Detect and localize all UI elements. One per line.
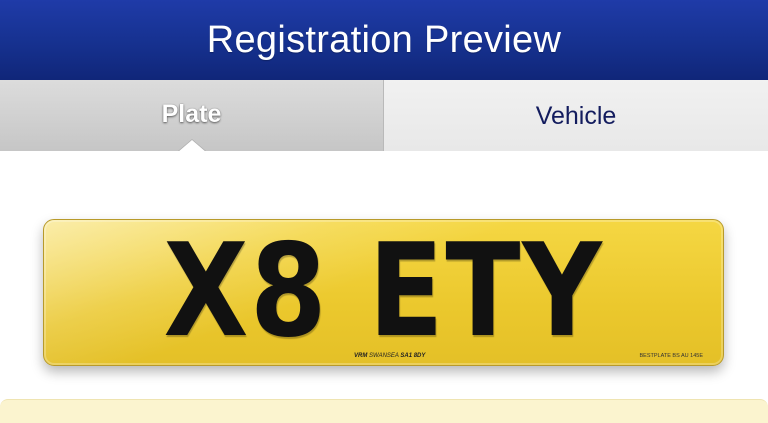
app-screen: Registration Preview Plate Vehicle X8 ET… (0, 0, 768, 423)
plate-dealer-text: SWANSEA (369, 353, 399, 359)
plate-preview-area: X8 ETY VRM SWANSEA SA1 8DY BESTPLATE BS … (0, 151, 768, 399)
tab-vehicle[interactable]: Vehicle (384, 80, 768, 151)
plate-registration: X8 ETY (163, 217, 604, 366)
tab-bar: Plate Vehicle (0, 80, 768, 152)
page-title: Registration Preview (206, 18, 562, 61)
info-panel (0, 399, 768, 423)
plate-dealer-mark: VRM SWANSEA SA1 8DY (354, 353, 425, 359)
number-plate: X8 ETY VRM SWANSEA SA1 8DY BESTPLATE BS … (43, 219, 724, 366)
header-bar: Registration Preview (0, 0, 768, 80)
tab-plate-label: Plate (161, 100, 222, 128)
plate-dealer-postcode: SA1 8DY (400, 353, 426, 359)
tab-vehicle-label: Vehicle (535, 102, 617, 130)
tab-plate[interactable]: Plate (0, 80, 384, 152)
plate-standard-mark: BESTPLATE BS AU 145E (639, 353, 703, 359)
plate-dealer-prefix: VRM (354, 353, 368, 359)
